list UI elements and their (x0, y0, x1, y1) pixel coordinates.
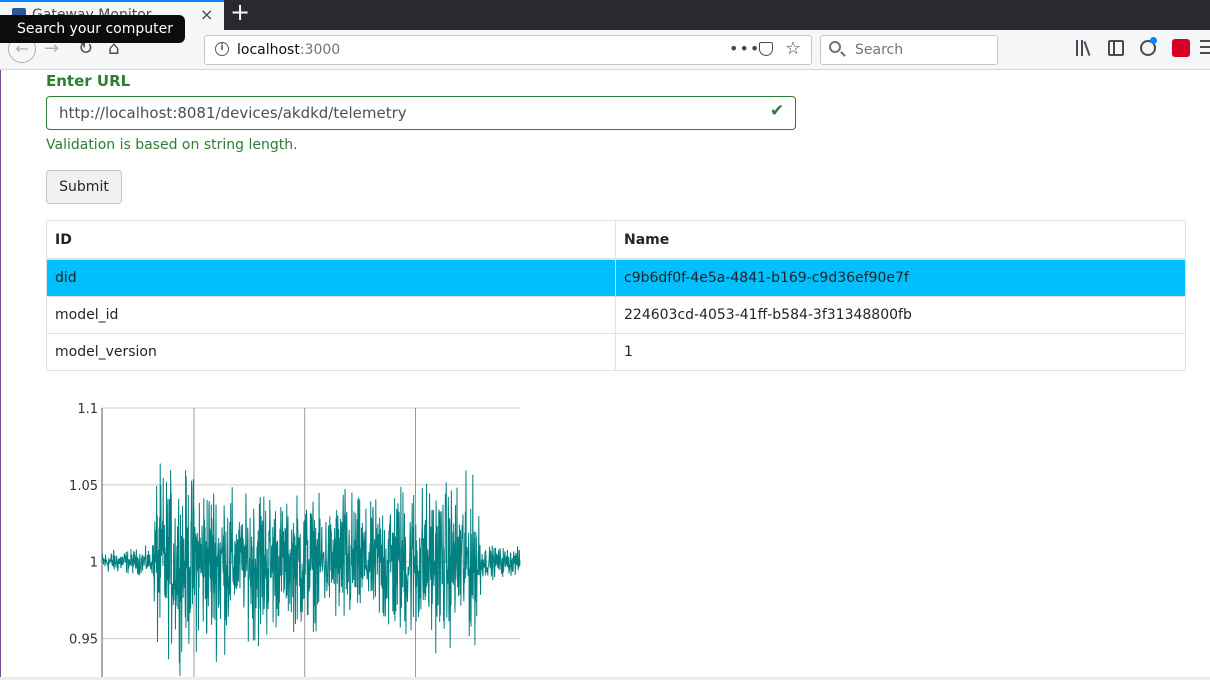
table-row[interactable]: model_id 224603cd-4053-41ff-b584-3f31348… (46, 296, 1186, 334)
url-port: :3000 (299, 42, 341, 58)
sidebar-icon[interactable] (1108, 40, 1124, 56)
star-icon[interactable]: ☆ (785, 38, 801, 59)
address-bar[interactable]: i localhost:3000 ••• ☆ (204, 35, 812, 65)
validation-feedback: Validation is based on string length. (46, 137, 298, 153)
window-edge (0, 70, 1, 680)
submit-button[interactable]: Submit (46, 170, 122, 204)
pocket-icon[interactable] (759, 42, 773, 56)
row-name: 1 (615, 333, 1186, 371)
table-row[interactable]: model_version 1 (46, 333, 1186, 371)
url-label: Enter URL (46, 72, 131, 90)
row-name: c9b6df0f-4e5a-4841-b169-c9d36ef90e7f (615, 258, 1186, 297)
more-icon[interactable]: ••• (729, 39, 760, 58)
info-icon[interactable]: i (215, 42, 229, 56)
menu-icon[interactable] (1200, 40, 1210, 56)
library-icon[interactable] (1076, 40, 1094, 56)
search-placeholder: Search (855, 42, 904, 58)
tooltip: Search your computer (0, 15, 185, 43)
row-id: model_version (46, 333, 616, 371)
signal-line (101, 463, 521, 676)
search-icon (829, 41, 841, 53)
close-icon[interactable]: × (200, 5, 213, 24)
column-header-name: Name (615, 220, 1186, 260)
account-icon[interactable] (1140, 37, 1157, 56)
row-name: 224603cd-4053-41ff-b584-3f31348800fb (615, 296, 1186, 334)
y-tick-label: 1 (90, 556, 98, 571)
url-host: localhost (237, 42, 300, 58)
y-tick-label: 1.05 (69, 479, 98, 494)
y-tick-label: 1.1 (77, 402, 98, 417)
device-table: ID Name did c9b6df0f-4e5a-4841-b169-c9d3… (46, 220, 1186, 371)
url-input[interactable] (46, 96, 796, 130)
telemetry-chart: 1.1 1.05 1 0.95 (69, 402, 521, 677)
addon-icon[interactable] (1172, 39, 1190, 57)
checkmark-icon: ✔ (770, 101, 785, 121)
row-id: model_id (46, 296, 616, 334)
column-header-id: ID (46, 220, 616, 260)
table-row[interactable]: did c9b6df0f-4e5a-4841-b169-c9d36ef90e7f (46, 258, 1186, 297)
row-id: did (46, 258, 616, 297)
url-text[interactable]: localhost:3000 (237, 42, 340, 58)
new-tab-icon[interactable]: + (230, 0, 250, 26)
search-input[interactable]: Search (820, 35, 998, 65)
y-axis-ticks: 1.1 1.05 1 0.95 (69, 402, 98, 648)
table-header-row: ID Name (46, 220, 1186, 260)
y-tick-label: 0.95 (69, 633, 98, 648)
